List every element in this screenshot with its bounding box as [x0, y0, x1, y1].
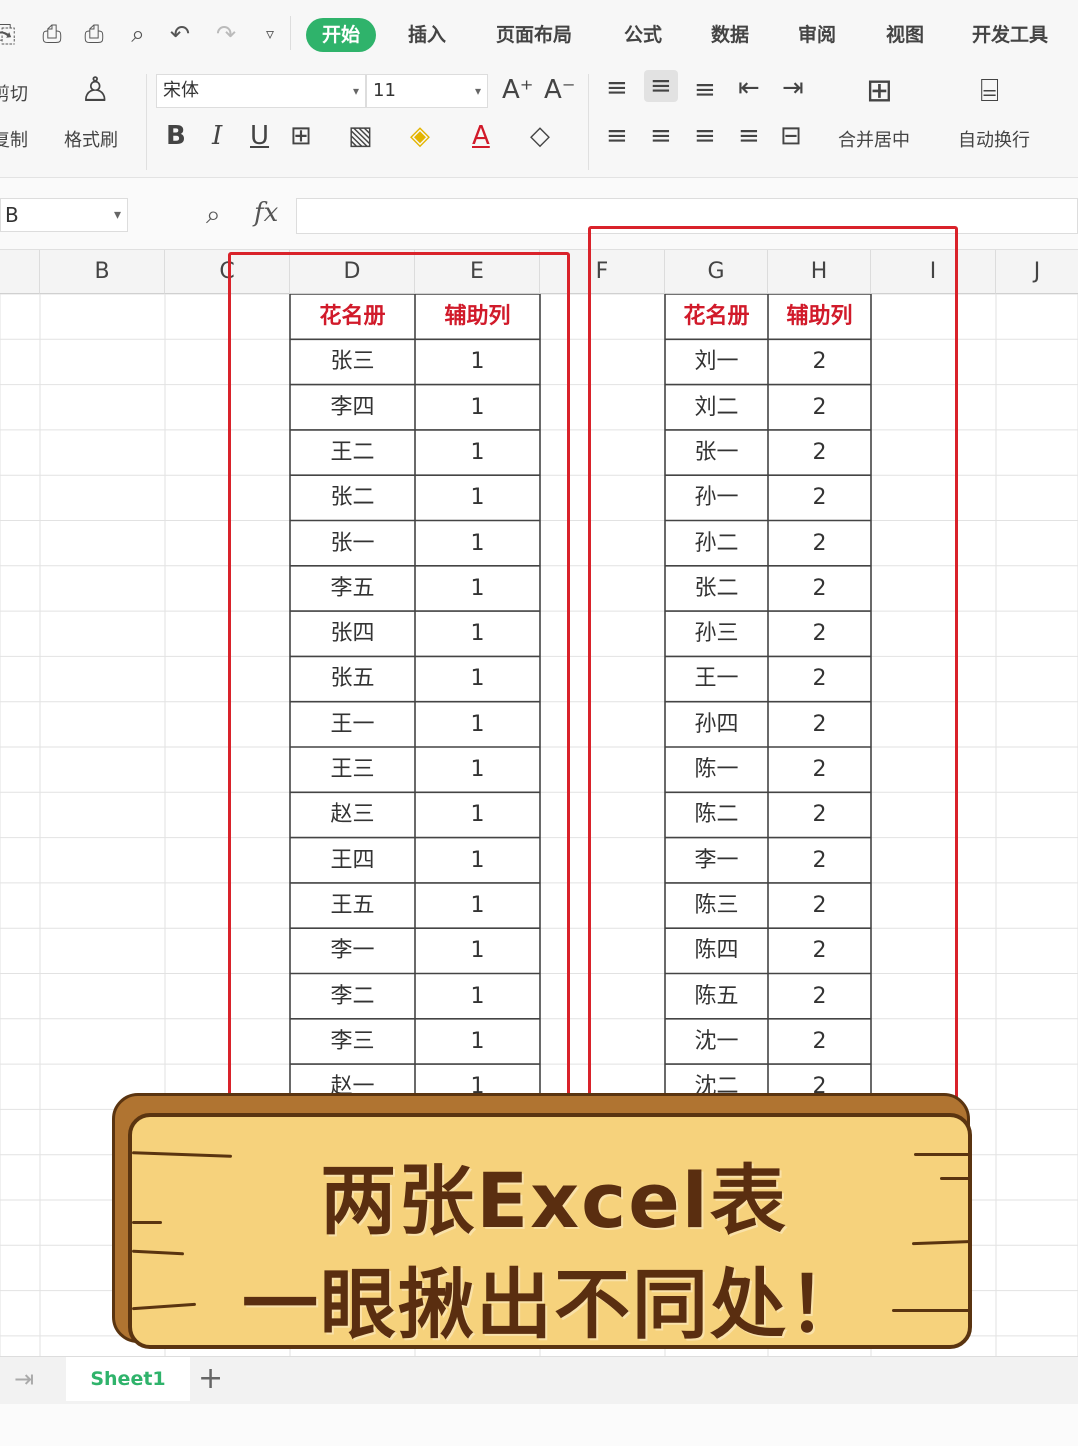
format-painter-button[interactable]: 格式刷: [64, 126, 118, 152]
chevron-down-icon: ▾: [352, 84, 359, 98]
ribbon: 剪切 复制 ♙ 格式刷 宋体 ▾ 11 ▾ A⁺ A⁻ B I U ⊞ ▧ ◈ …: [0, 66, 1078, 178]
wrap-text-icon[interactable]: ⌸: [980, 74, 999, 106]
last-sheet-icon[interactable]: ⇥: [14, 1365, 34, 1393]
column-header-b[interactable]: B: [40, 250, 165, 294]
banner-title-line1: 两张Excel表: [320, 1156, 788, 1245]
highlight-box-table2: [588, 226, 958, 1112]
fill-color-icon[interactable]: ◈: [410, 120, 430, 152]
bold-button[interactable]: B: [166, 120, 186, 152]
banner-title-line2: 一眼揪出不同处！: [242, 1260, 866, 1349]
name-box-value: B: [5, 203, 19, 227]
wrap-text-button[interactable]: 自动换行: [958, 126, 1030, 152]
sheet-tab-bar: ⇥ Sheet1 +: [0, 1356, 1078, 1404]
zoom-icon[interactable]: ⌕: [206, 200, 221, 231]
increase-font-icon[interactable]: A⁺: [502, 74, 534, 106]
font-size-value: 11: [373, 80, 396, 101]
name-box[interactable]: B ▾: [0, 198, 128, 232]
customize-dropdown-icon[interactable]: ▿: [254, 18, 286, 50]
font-name-select[interactable]: 宋体 ▾: [156, 74, 366, 108]
italic-button[interactable]: I: [212, 120, 222, 152]
merge-center-icon[interactable]: ⊞: [866, 74, 893, 106]
align-bottom-icon[interactable]: ≡: [694, 74, 716, 106]
format-painter-icon[interactable]: ♙: [80, 73, 110, 107]
redo-icon[interactable]: ↷: [210, 18, 242, 50]
tab-review[interactable]: 审阅: [798, 18, 836, 52]
print-icon[interactable]: ⎙: [78, 18, 110, 50]
font-size-select[interactable]: 11 ▾: [366, 74, 488, 108]
print-preview-icon[interactable]: ⌕: [122, 18, 154, 50]
tab-view[interactable]: 视图: [886, 18, 924, 52]
column-header-j[interactable]: J: [996, 250, 1078, 294]
chevron-down-icon: ▾: [113, 207, 121, 223]
sheet-tab-sheet1[interactable]: Sheet1: [66, 1357, 190, 1401]
column-header-a[interactable]: [0, 250, 40, 294]
toolbar-divider: [290, 16, 291, 50]
tab-page-layout[interactable]: 页面布局: [496, 18, 572, 52]
ribbon-divider: [588, 74, 589, 170]
align-center-icon[interactable]: ≡: [650, 120, 672, 152]
add-sheet-icon[interactable]: +: [198, 1361, 223, 1396]
highlight-box-table1: [228, 252, 570, 1112]
font-name-value: 宋体: [163, 80, 199, 101]
tab-developer[interactable]: 开发工具: [972, 18, 1048, 52]
cell-style-icon[interactable]: ▧: [348, 120, 373, 152]
font-color-icon[interactable]: A: [472, 120, 490, 152]
chevron-down-icon: ▾: [474, 84, 481, 98]
align-top-icon[interactable]: ≡: [606, 72, 628, 104]
ribbon-divider: [146, 74, 147, 170]
align-middle-icon[interactable]: ≡: [644, 70, 678, 102]
decrease-indent-icon[interactable]: ⇤: [738, 72, 760, 104]
align-left-icon[interactable]: ≡: [606, 120, 628, 152]
clear-format-icon[interactable]: ◇: [530, 120, 550, 152]
undo-icon[interactable]: ↶: [164, 18, 196, 50]
export-pdf-icon[interactable]: ⎙: [36, 18, 68, 50]
top-toolbar: ⎘ ⎙ ⎙ ⌕ ↶ ↷ ▿ 开始 插入 页面布局 公式 数据 审阅 视图 开发工…: [0, 0, 1078, 66]
borders-icon[interactable]: ⊞: [290, 120, 312, 152]
copy-button[interactable]: 复制: [0, 126, 28, 152]
title-banner: 两张Excel表 一眼揪出不同处！: [128, 1113, 972, 1349]
status-strip: [0, 1404, 1078, 1446]
tab-insert[interactable]: 插入: [408, 18, 446, 52]
increase-indent-icon[interactable]: ⇥: [782, 72, 804, 104]
align-right-icon[interactable]: ≡: [694, 120, 716, 152]
merge-center-button[interactable]: 合并居中: [838, 126, 910, 152]
underline-button[interactable]: U: [250, 120, 269, 152]
distributed-align-icon[interactable]: ⊟: [780, 120, 802, 152]
decrease-font-icon[interactable]: A⁻: [544, 74, 576, 106]
fx-icon[interactable]: fx: [254, 198, 278, 228]
tab-formulas[interactable]: 公式: [624, 18, 662, 52]
tab-home[interactable]: 开始: [306, 18, 377, 52]
tab-data[interactable]: 数据: [711, 18, 749, 52]
save-icon[interactable]: ⎘: [0, 18, 22, 50]
cut-button[interactable]: 剪切: [0, 80, 28, 106]
justify-icon[interactable]: ≡: [738, 120, 760, 152]
